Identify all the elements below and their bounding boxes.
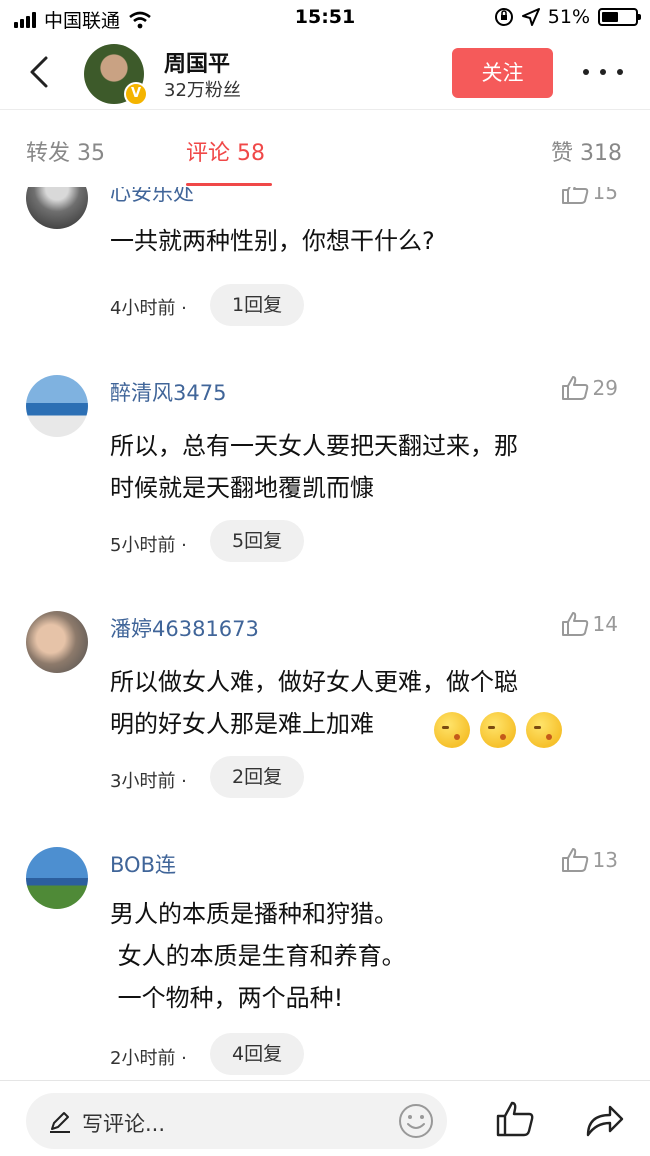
verified-badge-icon: V <box>124 82 148 106</box>
tab-likes[interactable]: 赞 318 <box>551 135 622 167</box>
comment-item: 心安乐处 15 一共就两种性别，你想干什么? 4小时前 · 1回复 <box>0 187 650 327</box>
commenter-avatar[interactable] <box>26 847 88 909</box>
comment-text: 所以，总有一天女人要把天翻过来，那 时候就是天翻地覆凯而慷 <box>110 432 518 502</box>
reply-count-button[interactable]: 1回复 <box>210 284 305 326</box>
status-right: 51% <box>494 6 641 28</box>
commenter-name[interactable]: 心安乐处 <box>110 187 194 207</box>
comment-like[interactable]: 15 <box>561 187 618 205</box>
write-comment-input[interactable]: 写评论... <box>26 1093 447 1149</box>
like-count: 14 <box>592 612 618 636</box>
commenter-avatar[interactable] <box>26 375 88 437</box>
like-count: 29 <box>592 376 618 400</box>
rotation-lock-icon <box>494 8 513 26</box>
emoji-icon <box>526 712 562 748</box>
reply-count-button[interactable]: 2回复 <box>210 756 305 798</box>
back-arrow-icon[interactable] <box>22 52 62 92</box>
battery-percent: 51% <box>547 6 590 28</box>
comment-item: 醉清风3475 29 所以，总有一天女人要把天翻过来，那 时候就是天翻地覆凯而慷… <box>0 355 650 587</box>
post-tabs: 转发 35 评论 58 赞 318 <box>0 111 650 187</box>
commenter-name[interactable]: BOB连 <box>110 849 176 879</box>
more-options-icon[interactable] <box>583 58 623 86</box>
commenter-avatar[interactable] <box>26 187 88 229</box>
commenter-avatar[interactable] <box>26 611 88 673</box>
share-icon[interactable] <box>584 1101 624 1137</box>
battery-fill <box>602 12 618 22</box>
comment-time: 3小时前 · <box>110 771 187 792</box>
comment-placeholder: 写评论... <box>82 1112 166 1136</box>
emoji-icon <box>480 712 516 748</box>
thumbs-up-icon <box>561 612 588 636</box>
comment-item: BOB连 13 男人的本质是播种和狩猎。 女人的本质是生育和养育。 一个物种，两… <box>0 827 650 1080</box>
weibo-header: V 周国平 32万粉丝 关注 <box>0 36 650 110</box>
active-tab-indicator <box>186 183 272 186</box>
comment-time: 5小时前 · <box>110 535 187 556</box>
like-post-icon[interactable] <box>495 1099 535 1139</box>
status-bar: 中国联通 15:51 51% <box>0 0 650 36</box>
comment-time: 2小时前 · <box>110 1048 187 1069</box>
comment-like[interactable]: 13 <box>561 847 618 873</box>
like-count: 15 <box>592 187 618 204</box>
tab-comments[interactable]: 评论 58 <box>186 135 265 167</box>
author-fans: 32万粉丝 <box>164 80 241 101</box>
commenter-name[interactable]: 醉清风3475 <box>110 377 226 407</box>
comment-like[interactable]: 14 <box>561 611 618 637</box>
comment-text: 一共就两种性别，你想干什么? <box>110 227 435 255</box>
location-icon <box>521 8 540 26</box>
bottom-action-bar: 写评论... <box>0 1080 650 1156</box>
comment-time: 4小时前 · <box>110 298 187 319</box>
comment-like[interactable]: 29 <box>561 375 618 401</box>
comment-text: 男人的本质是播种和狩猎。 女人的本质是生育和养育。 一个物种，两个品种! <box>110 900 406 1012</box>
author-name[interactable]: 周国平 <box>164 46 230 78</box>
reply-count-button[interactable]: 5回复 <box>210 520 305 562</box>
pencil-icon <box>50 1112 70 1133</box>
emoji-row <box>434 712 566 748</box>
reply-count-button[interactable]: 4回复 <box>210 1033 305 1075</box>
thumbs-up-icon <box>561 187 588 204</box>
commenter-name[interactable]: 潘婷46381673 <box>110 613 259 643</box>
follow-button[interactable]: 关注 <box>452 48 553 98</box>
emoji-picker-icon[interactable] <box>398 1103 434 1139</box>
thumbs-up-icon <box>561 848 588 872</box>
comment-list: 心安乐处 15 一共就两种性别，你想干什么? 4小时前 · 1回复 醉清风347… <box>0 187 650 1080</box>
comment-item: 潘婷46381673 14 所以做女人难，做好女人更难，做个聪 明的好女人那是难… <box>0 591 650 823</box>
like-count: 13 <box>592 848 618 872</box>
thumbs-up-icon <box>561 376 588 400</box>
emoji-icon <box>434 712 470 748</box>
tab-reposts[interactable]: 转发 35 <box>26 135 105 167</box>
battery-icon <box>598 8 641 26</box>
